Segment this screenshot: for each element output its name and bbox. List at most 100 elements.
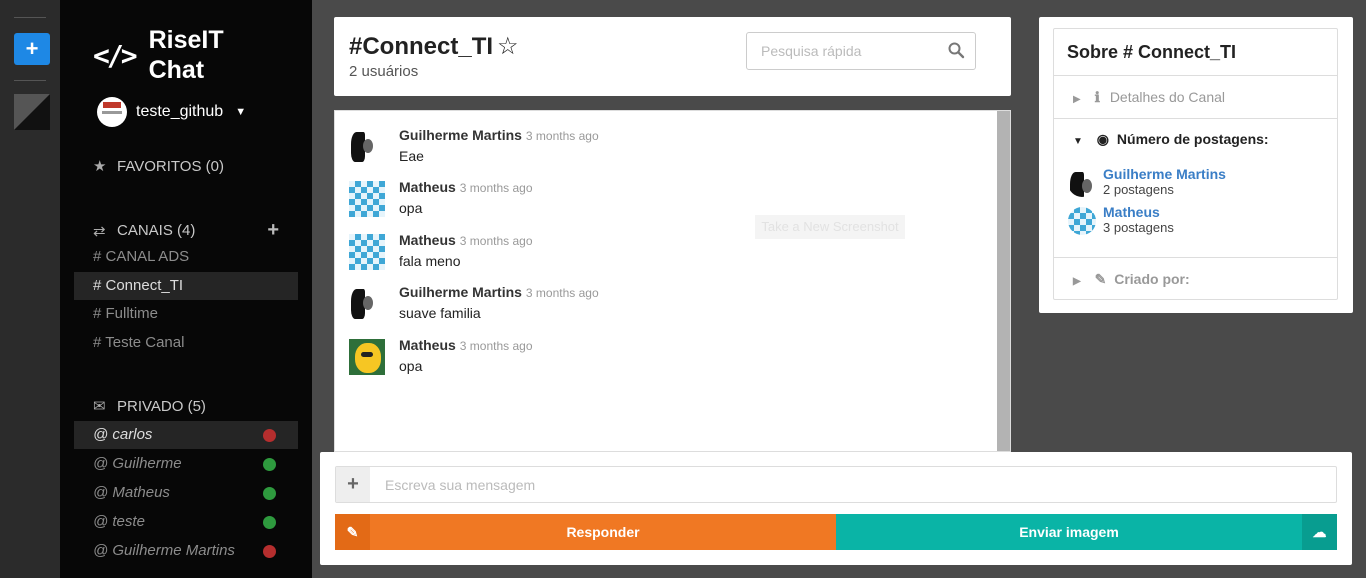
private-header[interactable]: ✉ PRIVADO (5) xyxy=(93,397,279,416)
status-dot xyxy=(263,516,276,529)
poster-name[interactable]: Matheus xyxy=(1103,204,1160,220)
channel-label: # Fulltime xyxy=(93,305,159,322)
add-channel-icon[interactable]: + xyxy=(267,219,279,242)
poster-count: 3 postagens xyxy=(1103,220,1174,235)
poster-name[interactable]: Guilherme Martins xyxy=(1103,166,1226,182)
message-list[interactable]: Guilherme Martins 3 months ago Eae Matheu… xyxy=(334,110,1011,452)
private-label: @ teste xyxy=(93,513,145,530)
search-box xyxy=(746,32,976,70)
reply-label: Responder xyxy=(566,524,640,540)
author-name[interactable]: Matheus xyxy=(399,337,456,353)
user-count: 2 usuários xyxy=(349,63,419,80)
search-input[interactable] xyxy=(747,33,937,69)
author-avatar[interactable] xyxy=(349,234,385,270)
message-text: Eae xyxy=(399,148,424,164)
add-server-button[interactable]: + xyxy=(14,33,50,65)
screenshot-overlay[interactable]: Take a New Screenshot xyxy=(755,215,905,239)
avatar xyxy=(97,97,127,127)
status-dot xyxy=(263,545,276,558)
author-name[interactable]: Guilherme Martins xyxy=(399,284,522,300)
poster-count: 2 postagens xyxy=(1103,182,1174,197)
private-item[interactable]: @ carlos xyxy=(74,421,298,449)
star-outline-icon[interactable]: ☆ xyxy=(497,33,519,60)
scrollbar[interactable] xyxy=(997,111,1010,451)
private-item[interactable]: @ Guilherme Martins xyxy=(74,537,298,565)
message-time: 3 months ago xyxy=(459,234,533,248)
caret-down-icon: ▼ xyxy=(1073,136,1083,147)
details-label: Detalhes do Canal xyxy=(1109,89,1225,105)
author-avatar[interactable] xyxy=(349,286,385,322)
message-text: suave familia xyxy=(399,305,481,321)
brand-name: RiseIT Chat xyxy=(149,25,224,85)
details-row[interactable]: ▶ ℹ Detalhes do Canal xyxy=(1054,89,1337,106)
channel-item[interactable]: # Teste Canal xyxy=(74,329,298,357)
posts-label: Número de postagens: xyxy=(1116,131,1269,147)
author-name[interactable]: Matheus xyxy=(399,232,456,248)
brand: </> RiseIT Chat xyxy=(93,25,224,85)
poster-avatar[interactable] xyxy=(1068,207,1096,235)
caret-right-icon: ▶ xyxy=(1073,94,1081,105)
message-time: 3 months ago xyxy=(459,181,533,195)
message-text: opa xyxy=(399,358,423,374)
rail-divider xyxy=(14,17,46,18)
author-name[interactable]: Guilherme Martins xyxy=(399,127,522,143)
posts-row[interactable]: ▼ ◉ Número de postagens: xyxy=(1054,131,1337,148)
exchange-icon: ⇄ xyxy=(93,222,106,240)
channel-label: # Connect_TI xyxy=(93,277,184,294)
created-label: Criado por: xyxy=(1114,271,1190,287)
user-menu[interactable]: teste_github ▼ xyxy=(97,97,246,127)
search-icon[interactable] xyxy=(947,41,965,59)
code-icon: </> xyxy=(93,38,138,72)
private-item[interactable]: @ Matheus xyxy=(74,479,298,507)
message-text: fala meno xyxy=(399,253,461,269)
message-input[interactable] xyxy=(370,467,1330,502)
message-composer: + ✎ Responder Enviar imagem ☁ xyxy=(320,452,1352,565)
private-label: @ carlos xyxy=(93,426,153,443)
edit-icon: ✎ xyxy=(335,514,370,550)
server-icon[interactable] xyxy=(14,94,50,130)
private-item[interactable]: @ Guilherme xyxy=(74,450,298,478)
username: teste_github xyxy=(136,103,224,120)
favorites-label: FAVORITOS (0) xyxy=(117,157,224,175)
author-avatar[interactable] xyxy=(349,339,385,375)
channel-label: # Teste Canal xyxy=(93,334,185,351)
channel-label: # CANAL ADS xyxy=(93,248,190,265)
reply-button[interactable]: ✎ Responder xyxy=(335,514,836,550)
private-label: @ Guilherme xyxy=(93,455,182,472)
channel-item-active[interactable]: # Connect_TI xyxy=(74,272,298,300)
favorites-header[interactable]: ★ FAVORITOS (0) xyxy=(93,157,279,176)
info-box: Sobre # Connect_TI ▶ ℹ Detalhes do Canal… xyxy=(1053,28,1338,300)
private-label: @ Matheus xyxy=(93,484,170,501)
author-avatar[interactable] xyxy=(349,181,385,217)
channel-title: #Connect_TI xyxy=(349,33,494,60)
send-image-button[interactable]: Enviar imagem ☁ xyxy=(836,514,1337,550)
message-time: 3 months ago xyxy=(459,339,533,353)
poster-avatar[interactable] xyxy=(1068,169,1096,197)
channel-item[interactable]: # CANAL ADS xyxy=(74,243,298,271)
author-name[interactable]: Matheus xyxy=(399,179,456,195)
caret-down-icon: ▼ xyxy=(235,106,247,118)
user-circle-icon: ◉ xyxy=(1096,131,1110,147)
message-text: opa xyxy=(399,200,423,216)
channel-header: #Connect_TI ☆ 2 usuários xyxy=(334,17,1011,96)
private-label: @ Guilherme Martins xyxy=(93,542,235,559)
star-icon: ★ xyxy=(93,158,107,175)
channels-header[interactable]: ⇄ CANAIS (4) + xyxy=(93,219,279,242)
author-avatar[interactable] xyxy=(349,129,385,165)
divider xyxy=(1054,118,1337,119)
caret-right-icon: ▶ xyxy=(1073,276,1081,287)
private-item[interactable]: @ teste xyxy=(74,508,298,536)
created-row[interactable]: ▶ ✎ Criado por: xyxy=(1054,271,1337,288)
info-icon: ℹ xyxy=(1094,89,1100,105)
attach-plus-button[interactable]: + xyxy=(336,467,370,502)
brand-line1: RiseIT xyxy=(148,26,224,54)
pencil-icon: ✎ xyxy=(1094,271,1107,287)
status-dot xyxy=(263,487,276,500)
status-dot xyxy=(263,429,276,442)
cloud-upload-icon: ☁ xyxy=(1302,514,1337,550)
channel-item[interactable]: # Fulltime xyxy=(74,300,298,328)
brand-line2: Chat xyxy=(148,56,205,84)
send-image-label: Enviar imagem xyxy=(1019,524,1119,540)
envelope-icon: ✉ xyxy=(93,398,106,415)
server-rail: + xyxy=(0,0,60,578)
